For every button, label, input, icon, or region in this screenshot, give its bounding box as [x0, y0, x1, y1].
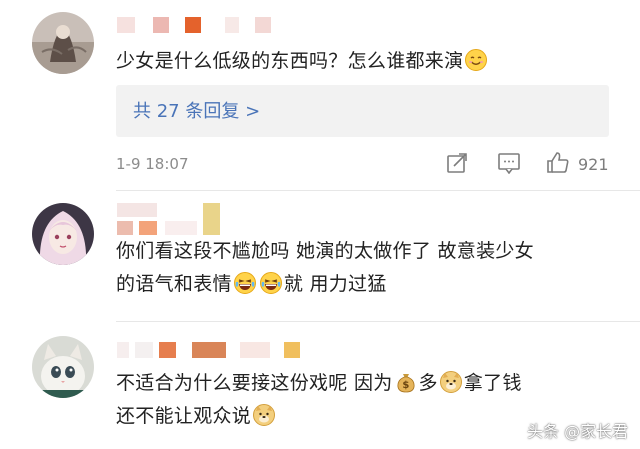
avatar[interactable]: [32, 336, 94, 398]
laugh-cry-emoji-icon: [259, 272, 282, 294]
avatar[interactable]: [32, 203, 94, 265]
share-icon[interactable]: [446, 152, 468, 178]
money-bag-emoji-icon: $: [395, 371, 417, 393]
like-count: 921: [578, 155, 609, 174]
thumbs-up-icon[interactable]: [546, 151, 570, 179]
comment-item: 少女是什么低级的东西吗？怎么谁都来演 共 27 条回复 > 1-9 18:07 …: [0, 0, 640, 190]
comment-text: 你们看这段不尴尬吗 她演的太做作了 故意装少女 的语气和表情就 用力过猛: [116, 240, 534, 295]
username-blurred[interactable]: [117, 342, 300, 358]
comment-text: 不适合为什么要接这份戏呢 因为 $ 多拿了钱 还不能让观众说: [116, 371, 522, 427]
comment-text: 少女是什么低级的东西吗？怎么谁都来演: [116, 45, 489, 78]
comment-icon[interactable]: [497, 152, 521, 178]
avatar[interactable]: [32, 12, 94, 74]
svg-text:$: $: [402, 380, 409, 391]
comment-item: 你们看这段不尴尬吗 她演的太做作了 故意装少女 的语气和表情就 用力过猛: [0, 191, 640, 321]
laugh-cry-emoji-icon: [233, 272, 256, 294]
watermark: 头条 @家长君: [527, 422, 629, 441]
doge-emoji-icon: [253, 404, 276, 426]
view-replies-link[interactable]: 共 27 条回复 >: [133, 97, 260, 123]
smile-emoji-icon: [465, 49, 488, 71]
username-blurred[interactable]: [117, 203, 222, 235]
doge-emoji-icon: [439, 371, 462, 393]
reply-summary-box[interactable]: 共 27 条回复 >: [116, 85, 609, 137]
comment-date: 1-9 18:07: [116, 155, 189, 173]
username-blurred[interactable]: [117, 17, 271, 33]
